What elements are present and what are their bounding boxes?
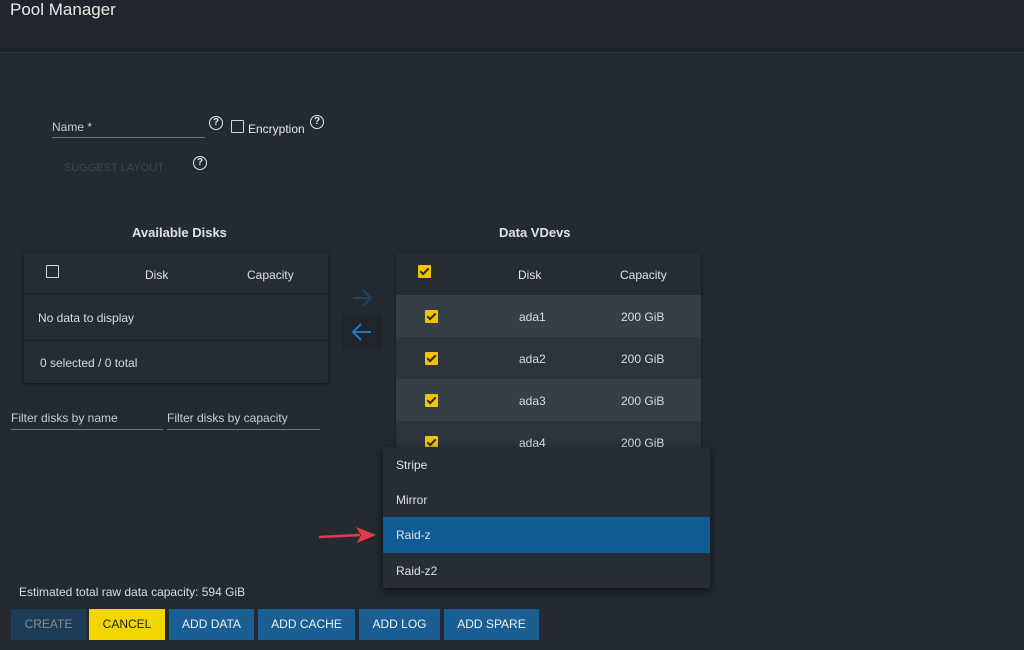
move-right-button[interactable] [342,281,382,315]
data-vdevs-title: Data VDevs [499,225,571,240]
row-checkbox[interactable] [425,310,438,323]
table-row[interactable]: ada2 200 GiB [396,337,701,379]
suggest-layout-help-icon[interactable]: ? [193,156,207,170]
layout-option-mirror[interactable]: Mirror [383,482,710,518]
encryption-checkbox[interactable] [231,120,244,133]
available-disk-column-header[interactable]: Disk [145,268,168,282]
disk-name: ada3 [519,394,546,408]
layout-option-raid-z[interactable]: Raid-z [383,517,710,553]
filter-disks-by-capacity[interactable]: Filter disks by capacity [167,411,288,425]
add-log-button[interactable]: ADD LOG [359,609,440,640]
arrow-right-icon [353,289,373,307]
vdevs-select-all-checkbox[interactable] [418,265,431,278]
layout-option-stripe[interactable]: Stripe [383,447,710,483]
arrow-left-icon [351,323,371,341]
create-button[interactable]: CREATE [11,609,86,640]
page-title: Pool Manager [10,0,116,19]
name-input[interactable] [52,137,205,138]
filter-disks-by-name[interactable]: Filter disks by name [11,411,118,425]
available-disks-table: Disk Capacity No data to display 0 selec… [24,253,328,383]
disk-name: ada1 [519,310,546,324]
add-cache-button[interactable]: ADD CACHE [258,609,355,640]
selection-count: 0 selected / 0 total [40,356,138,370]
available-capacity-column-header[interactable]: Capacity [247,268,294,282]
row-checkbox[interactable] [425,394,438,407]
data-vdevs-table: Disk Capacity ada1 200 GiB ada2 200 GiB … [396,253,701,453]
estimated-capacity-text: Estimated total raw data capacity: 594 G… [19,585,246,599]
encryption-label: Encryption [248,122,305,136]
suggest-layout-button[interactable]: SUGGEST LAYOUT [64,162,164,174]
vdev-layout-dropdown: Stripe Mirror Raid-z Raid-z2 [383,447,710,588]
add-data-button[interactable]: ADD DATA [169,609,254,640]
name-help-icon[interactable]: ? [209,116,223,130]
encryption-help-icon[interactable]: ? [310,115,324,129]
row-checkbox[interactable] [425,352,438,365]
top-bar: Pool Manager [0,0,1024,53]
move-left-button[interactable] [342,315,382,349]
table-row[interactable]: ada3 200 GiB [396,379,701,421]
disk-capacity: 200 GiB [621,352,665,366]
annotation-arrow-icon [318,527,376,543]
vdevs-capacity-column-header[interactable]: Capacity [620,268,667,282]
available-select-all-checkbox[interactable] [46,265,59,278]
layout-option-raid-z2[interactable]: Raid-z2 [383,553,710,589]
add-spare-button[interactable]: ADD SPARE [444,609,539,640]
table-row[interactable]: ada1 200 GiB [396,295,701,337]
disk-capacity: 200 GiB [621,310,665,324]
disk-capacity: 200 GiB [621,394,665,408]
disk-name: ada2 [519,352,546,366]
empty-message: No data to display [38,311,135,325]
available-disks-title: Available Disks [132,225,227,240]
cancel-button[interactable]: CANCEL [89,609,165,640]
name-field-label: Name * [52,120,93,134]
vdevs-disk-column-header[interactable]: Disk [518,268,541,282]
